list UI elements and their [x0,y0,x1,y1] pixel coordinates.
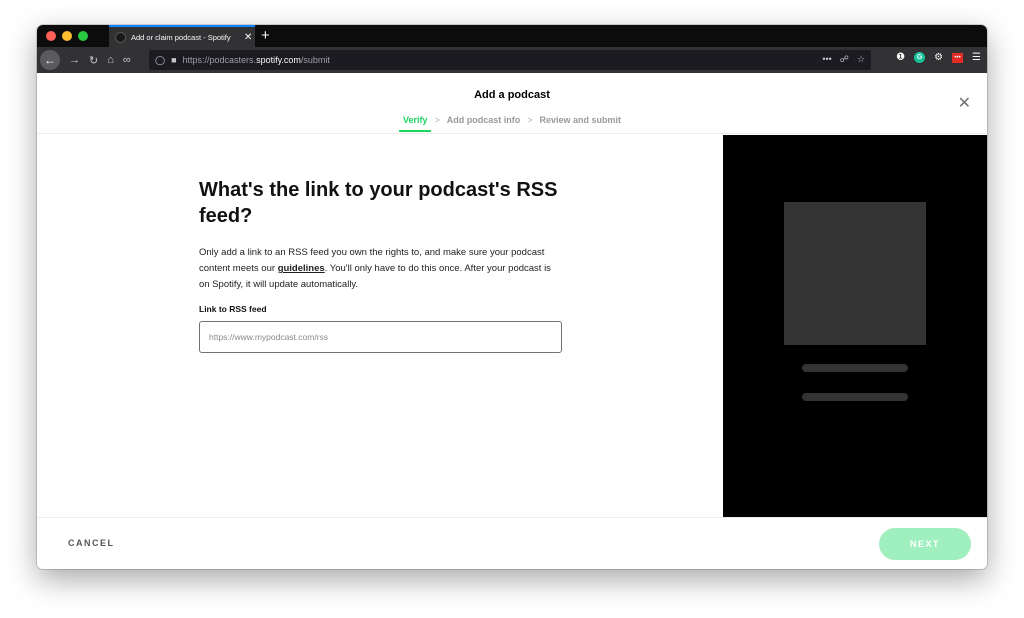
forward-icon[interactable]: → [69,54,80,66]
step-review-and-submit: Review and submit [539,115,622,125]
menu-hamburger-icon[interactable]: ☰ [972,52,981,63]
page: Add a podcast Verify > Add podcast info … [37,73,987,569]
browser-tab[interactable]: Add or claim podcast - Spotify ✕ [109,25,255,47]
guidelines-link[interactable]: guidelines [278,263,325,274]
step-indicator: Verify > Add podcast info > Review and s… [37,115,987,132]
chevron-right-icon: > [434,115,440,125]
mask-icon[interactable]: ∞ [123,54,131,66]
next-button[interactable]: NEXT [879,528,971,560]
browser-window: Add or claim podcast - Spotify ✕ + ← → ↻… [37,25,987,569]
info-extension-icon[interactable]: ❶ [896,52,905,63]
rss-field-label: Link to RSS feed [199,304,267,314]
extension-red-icon[interactable]: ••• [952,52,964,63]
page-title: Add a podcast [474,89,550,101]
window-controls [46,31,88,41]
toolbar-extensions: ❶ G ⚙ ••• ☰ [896,52,981,63]
bookmark-star-icon[interactable]: ☆ [857,54,865,65]
cancel-button[interactable]: CANCEL [68,538,115,548]
page-footer: CANCEL NEXT [37,517,987,569]
page-actions-icon[interactable]: ••• [822,54,831,65]
close-icon[interactable]: ✕ [958,93,971,113]
nav-bar: ← → ↻ ⌂ ∞ ◯ ■ https://podcasters.spotify… [37,47,987,73]
title-placeholder-bar [802,364,908,372]
grammarly-icon[interactable]: G [914,52,926,63]
tab-title: Add or claim podcast - Spotify [131,32,231,42]
form-section: What's the link to your podcast's RSS fe… [37,135,723,517]
pocket-icon[interactable]: ☍ [840,54,849,65]
url-actions: ••• ☍ ☆ [822,54,865,65]
back-button[interactable]: ← [40,50,60,70]
shield-icon[interactable]: ◯ [155,55,165,66]
minimize-window-button[interactable] [62,31,72,41]
rss-feed-input[interactable] [199,321,562,353]
form-heading: What's the link to your podcast's RSS fe… [199,179,558,227]
settings-gear-icon[interactable]: ⚙ [934,52,943,63]
author-placeholder-bar [802,393,908,401]
close-window-button[interactable] [46,31,56,41]
spotify-favicon-icon [115,31,126,43]
tab-bar: Add or claim podcast - Spotify ✕ + [37,25,987,47]
step-verify: Verify [399,115,431,132]
tab-close-icon[interactable]: ✕ [244,32,252,43]
step-add-podcast-info: Add podcast info [446,115,521,125]
form-description: Only add a link to an RSS feed you own t… [199,247,551,290]
cover-art-placeholder [784,202,926,345]
home-icon[interactable]: ⌂ [107,54,114,66]
url-text[interactable]: https://podcasters.spotify.com/submit [183,55,330,65]
lock-icon[interactable]: ■ [171,55,176,65]
url-bar[interactable]: ◯ ■ https://podcasters.spotify.com/submi… [149,50,871,70]
podcast-preview-panel [723,135,987,517]
new-tab-button[interactable]: + [261,27,270,45]
zoom-window-button[interactable] [78,31,88,41]
chevron-right-icon: > [527,115,533,125]
reload-icon[interactable]: ↻ [89,54,98,67]
page-header: Add a podcast Verify > Add podcast info … [37,73,987,134]
